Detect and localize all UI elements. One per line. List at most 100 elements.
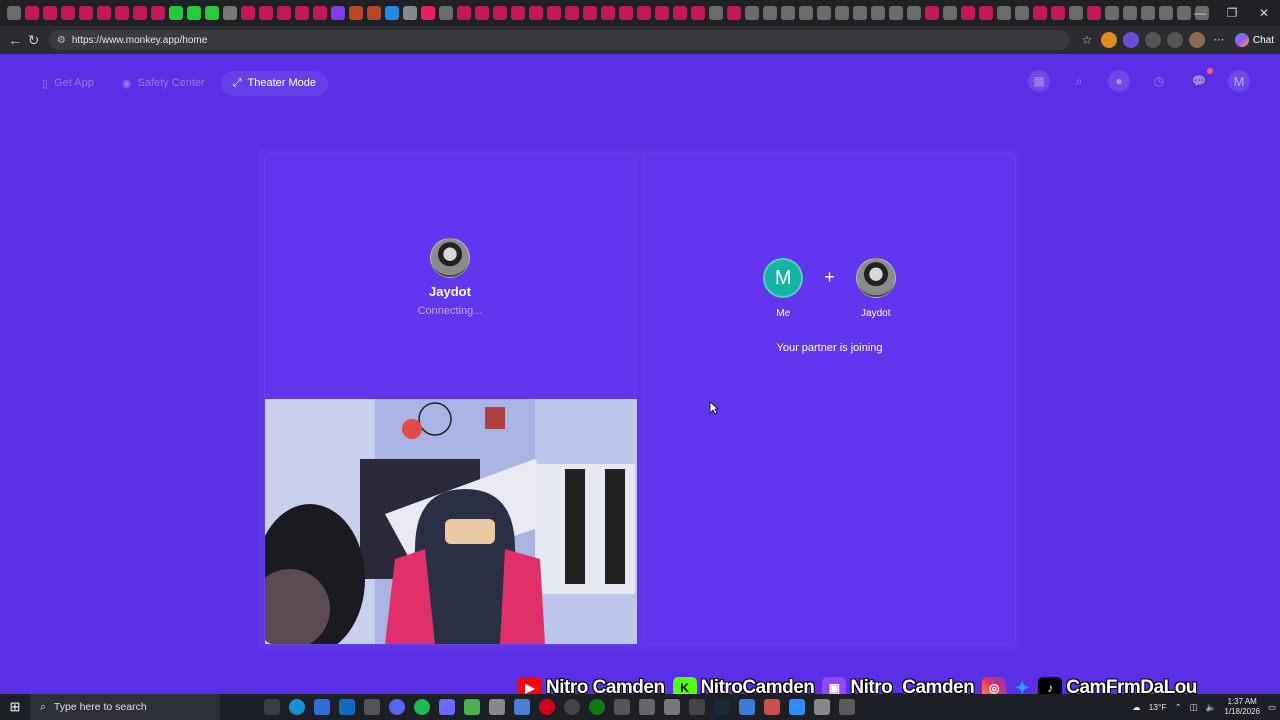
app-icon[interactable] xyxy=(614,699,630,715)
site-info-icon[interactable]: ⚙ xyxy=(57,35,66,46)
address-bar[interactable]: ⚙ https://www.monkey.app/home xyxy=(48,30,1069,50)
browser-tab-icon[interactable] xyxy=(151,6,165,20)
store-icon[interactable]: ▦ xyxy=(1028,70,1050,92)
browser-tab-icon[interactable] xyxy=(781,6,795,20)
browser-tab-icon[interactable] xyxy=(115,6,129,20)
friends-icon[interactable]: ● xyxy=(1108,70,1130,92)
extension-icon[interactable] xyxy=(1100,32,1117,48)
edge-icon[interactable] xyxy=(289,699,305,715)
browser-tab-icon[interactable] xyxy=(79,6,93,20)
app-icon[interactable] xyxy=(364,699,380,715)
app-icon[interactable] xyxy=(764,699,780,715)
browser-tab-icon[interactable] xyxy=(799,6,813,20)
browser-tab-icon[interactable] xyxy=(1051,6,1065,20)
browser-tab-icon[interactable] xyxy=(1123,6,1137,20)
browser-tab-icon[interactable] xyxy=(25,6,39,20)
browser-tab-icon[interactable] xyxy=(637,6,651,20)
outlook-icon[interactable] xyxy=(339,699,355,715)
app-icon[interactable] xyxy=(664,699,680,715)
browser-tab-icon[interactable] xyxy=(403,6,417,20)
history-icon[interactable]: ◷ xyxy=(1148,70,1170,92)
more-icon[interactable]: ⋯ xyxy=(1211,32,1227,48)
favorites-icon[interactable] xyxy=(1166,32,1183,48)
browser-tab-icon[interactable] xyxy=(1015,6,1029,20)
browser-tab-icon[interactable] xyxy=(889,6,903,20)
app-icon[interactable] xyxy=(439,699,455,715)
browser-tab-icon[interactable] xyxy=(529,6,543,20)
weather-icon[interactable]: ☁ xyxy=(1132,702,1141,713)
app-icon[interactable] xyxy=(489,699,505,715)
browser-tab-icon[interactable] xyxy=(421,6,435,20)
app-icon[interactable] xyxy=(814,699,830,715)
notifications-icon[interactable]: ▭ xyxy=(1268,702,1276,713)
app-icon[interactable] xyxy=(514,699,530,715)
browser-tab-icon[interactable] xyxy=(655,6,669,20)
browser-tab-icon[interactable] xyxy=(169,6,183,20)
browser-tab-icon[interactable] xyxy=(223,6,237,20)
minimize-icon[interactable]: — xyxy=(1184,0,1216,26)
reload-icon[interactable]: ↻ xyxy=(24,28,42,52)
browser-tab-icon[interactable] xyxy=(457,6,471,20)
taskbar-search[interactable]: ⌕ Type here to search xyxy=(30,694,220,720)
browser-tab-icon[interactable] xyxy=(871,6,885,20)
browser-tab-icon[interactable] xyxy=(7,6,21,20)
extension-icon[interactable] xyxy=(1122,32,1139,48)
volume-icon[interactable]: 🔈 xyxy=(1206,702,1217,713)
browser-tab-icon[interactable] xyxy=(745,6,759,20)
browser-tab-icon[interactable] xyxy=(277,6,291,20)
browser-tab-icon[interactable] xyxy=(1159,6,1173,20)
browser-tab-icon[interactable] xyxy=(133,6,147,20)
task-view-icon[interactable] xyxy=(264,699,280,715)
app-icon[interactable] xyxy=(789,699,805,715)
extension-icon[interactable] xyxy=(1144,32,1161,48)
browser-tab-icon[interactable] xyxy=(835,6,849,20)
safety-center-button[interactable]: ◉ Safety Center xyxy=(110,71,217,96)
close-icon[interactable]: ✕ xyxy=(1248,0,1280,26)
star-icon[interactable]: ☆ xyxy=(1079,32,1095,48)
restore-icon[interactable]: ❐ xyxy=(1216,0,1248,26)
browser-tab-icon[interactable] xyxy=(925,6,939,20)
browser-tab-icon[interactable] xyxy=(205,6,219,20)
browser-tab-icon[interactable] xyxy=(979,6,993,20)
browser-tab-icon[interactable] xyxy=(493,6,507,20)
browser-tab-icon[interactable] xyxy=(61,6,75,20)
spotify-icon[interactable] xyxy=(414,699,430,715)
discord-icon[interactable] xyxy=(389,699,405,715)
browser-tab-icon[interactable] xyxy=(583,6,597,20)
browser-tab-icon[interactable] xyxy=(601,6,615,20)
browser-tab-icon[interactable] xyxy=(385,6,399,20)
minecraft-icon[interactable] xyxy=(464,699,480,715)
browser-tab-icon[interactable] xyxy=(439,6,453,20)
xbox-icon[interactable] xyxy=(589,699,605,715)
browser-tab-icon[interactable] xyxy=(1069,6,1083,20)
theater-mode-button[interactable]: ⤢ Theater Mode xyxy=(220,70,328,96)
network-icon[interactable]: ◫ xyxy=(1190,702,1198,713)
browser-tab-icon[interactable] xyxy=(709,6,723,20)
browser-tab-icon[interactable] xyxy=(511,6,525,20)
browser-tab-icon[interactable] xyxy=(313,6,327,20)
browser-tab-icon[interactable] xyxy=(331,6,345,20)
clock[interactable]: 1:37 AM 1/18/2026 xyxy=(1224,697,1260,717)
browser-tab-icon[interactable] xyxy=(1105,6,1119,20)
browser-tab-icon[interactable] xyxy=(763,6,777,20)
browser-tab-icon[interactable] xyxy=(1141,6,1155,20)
browser-tab-icon[interactable] xyxy=(853,6,867,20)
app-icon[interactable] xyxy=(314,699,330,715)
browser-tab-icon[interactable] xyxy=(97,6,111,20)
get-app-button[interactable]: ▯ Get App xyxy=(30,71,106,96)
browser-tab-icon[interactable] xyxy=(619,6,633,20)
messages-icon[interactable]: 💬 xyxy=(1188,68,1213,92)
browser-tab-icon[interactable] xyxy=(691,6,705,20)
app-icon[interactable] xyxy=(639,699,655,715)
browser-tab-icon[interactable] xyxy=(1087,6,1101,20)
browser-tab-icon[interactable] xyxy=(565,6,579,20)
profile-avatar[interactable] xyxy=(1188,32,1205,48)
browser-tab-icon[interactable] xyxy=(1033,6,1047,20)
search-icon[interactable]: ⌕ xyxy=(1068,70,1090,92)
browser-tab-icon[interactable] xyxy=(673,6,687,20)
browser-tab-icon[interactable] xyxy=(961,6,975,20)
browser-tab-icon[interactable] xyxy=(367,6,381,20)
app-icon[interactable] xyxy=(564,699,580,715)
app-icon[interactable] xyxy=(739,699,755,715)
browser-tab-icon[interactable] xyxy=(547,6,561,20)
